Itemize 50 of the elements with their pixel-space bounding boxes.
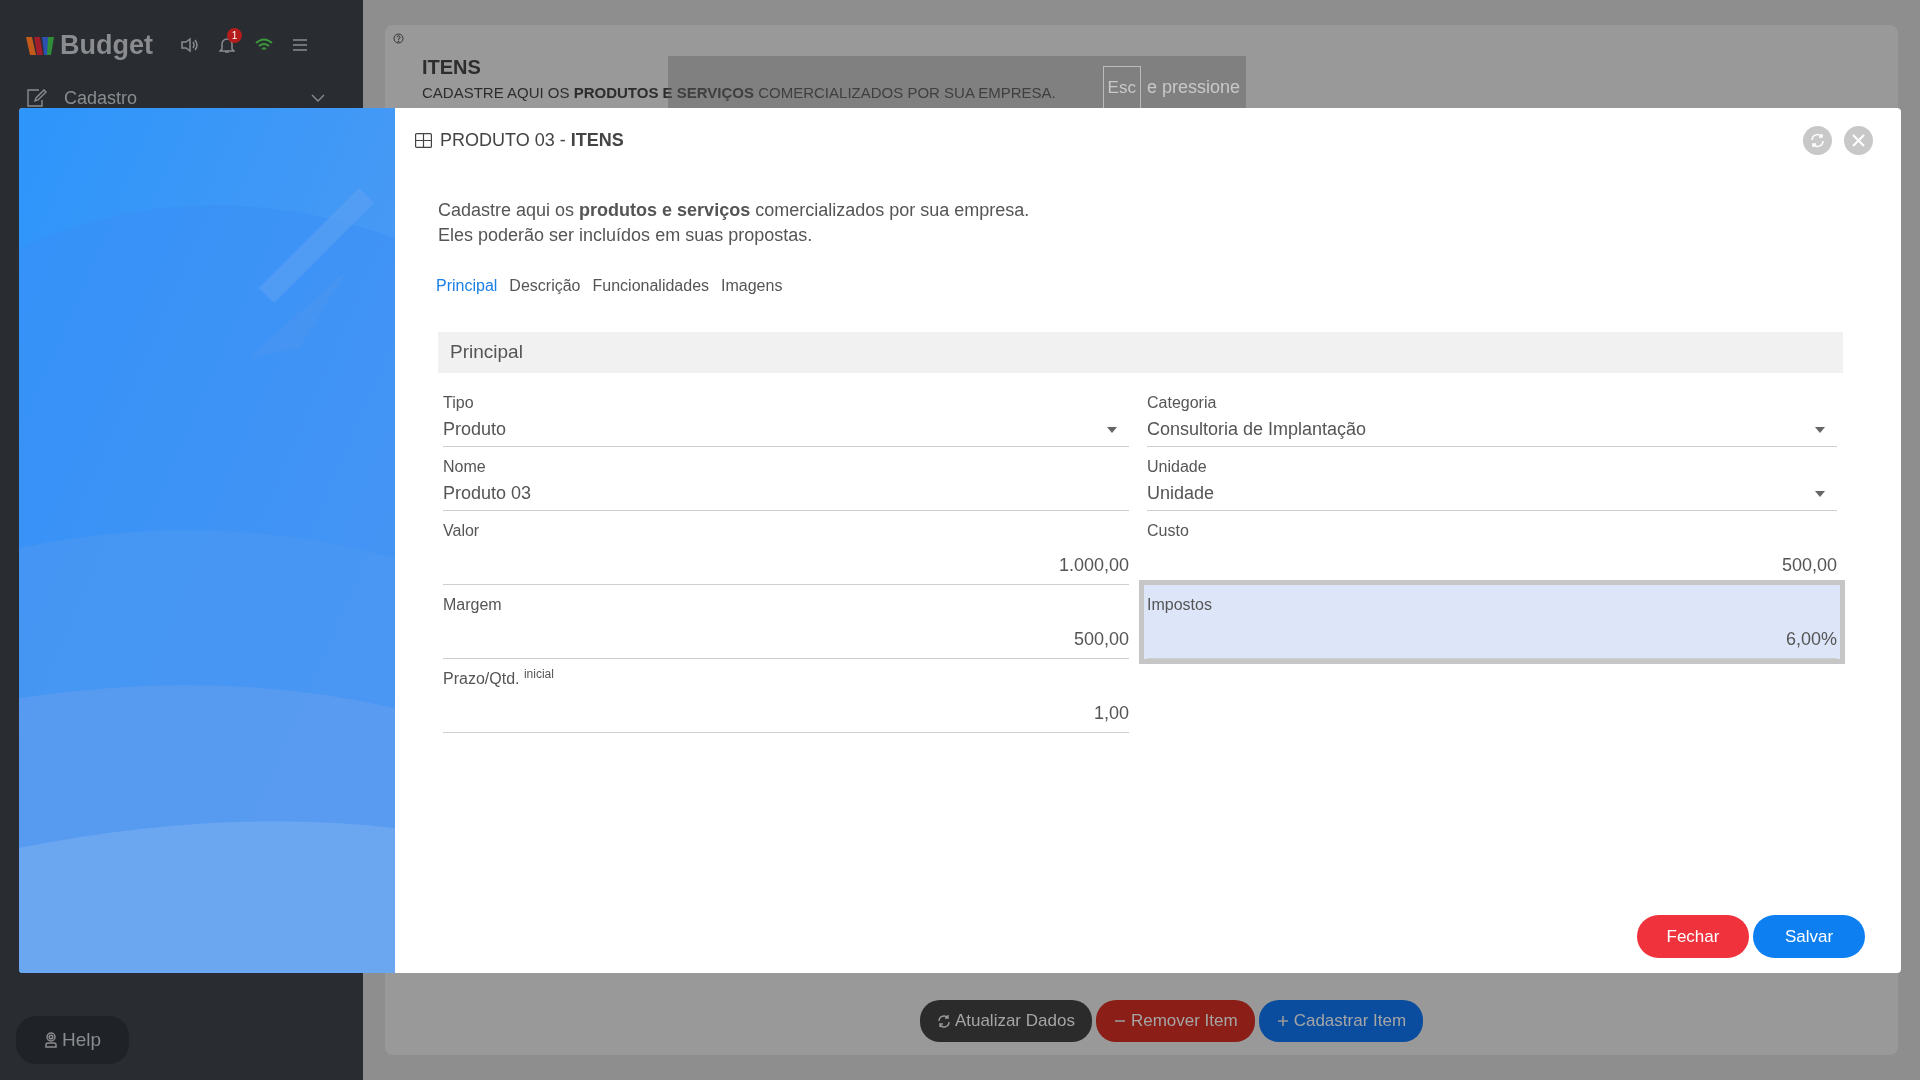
field-label: Nome [443, 457, 486, 477]
description-text: Cadastre aqui os produtos e serviços comercializados por sua empresa. [438, 199, 1031, 222]
field-label: Tipo [443, 393, 474, 413]
tab[interactable]: Imagens [721, 274, 783, 298]
edit-icon [26, 88, 48, 108]
select-field[interactable]: Consultoria de Implantação [1147, 413, 1837, 447]
menu-icon[interactable] [293, 39, 307, 51]
select-field[interactable]: Unidade [1147, 477, 1837, 511]
refresh-icon [1810, 132, 1825, 148]
field-label: Margem [443, 595, 502, 615]
help-button[interactable]: Help [16, 1016, 129, 1064]
wifi-icon[interactable] [255, 38, 273, 52]
modal-title: PRODUTO 03 - ITENS [440, 128, 624, 152]
remove-item-button[interactable]: Remover Item [1095, 1000, 1255, 1042]
field-label: Impostos [1147, 595, 1212, 615]
input-field[interactable]: 1.000,00 [443, 541, 1129, 585]
field-label: Prazo/Qtd. $^{inicial}$ [443, 666, 554, 689]
input-field[interactable]: 1,00 [443, 689, 1129, 733]
person-icon [43, 1032, 58, 1048]
page-title: ITENS [422, 55, 482, 80]
speaker-icon[interactable] [181, 37, 199, 53]
help-icon [393, 33, 404, 44]
field-label: Unidade [1147, 457, 1207, 477]
refresh-icon [936, 1014, 951, 1028]
section-header: Principal [438, 332, 1843, 373]
table-icon [415, 132, 432, 148]
caret-icon [1815, 490, 1825, 497]
field-label: Categoria [1147, 393, 1217, 413]
tooltip-text: e pressione [1146, 76, 1240, 99]
tab[interactable]: Principal [436, 274, 498, 298]
input-field[interactable]: 6,00% [1147, 615, 1837, 659]
select-field[interactable]: Produto [443, 413, 1129, 447]
plus-icon [1275, 1014, 1290, 1028]
caret-icon [1107, 426, 1117, 433]
tab[interactable]: Funcionalidades [592, 274, 710, 298]
notification-badge: 1 [227, 28, 242, 43]
tab[interactable]: Descrição [509, 274, 581, 298]
input-field[interactable]: Produto 03 [443, 477, 1129, 511]
menu-item[interactable]: Cadastro [0, 78, 363, 118]
close-button[interactable]: Fechar [1637, 915, 1749, 958]
close-icon [1852, 133, 1865, 147]
refresh-data-button[interactable]: Atualizar Dados [919, 1000, 1092, 1042]
caret-icon [1815, 426, 1825, 433]
input-field[interactable]: 500,00 [443, 615, 1129, 659]
logo-text: Budget [60, 28, 153, 62]
page-subtitle: CADASTRE AQUI OS PRODUTOS E SERVIÇOS COMERCIALIZADOS POR SUA EMPRESA. [422, 83, 1056, 103]
field-label: Custo [1147, 521, 1189, 541]
field-label: Valor [443, 521, 480, 541]
save-button[interactable]: Salvar [1753, 915, 1865, 958]
description-text: Eles poderão ser incluídos em suas propostas. [438, 224, 814, 247]
